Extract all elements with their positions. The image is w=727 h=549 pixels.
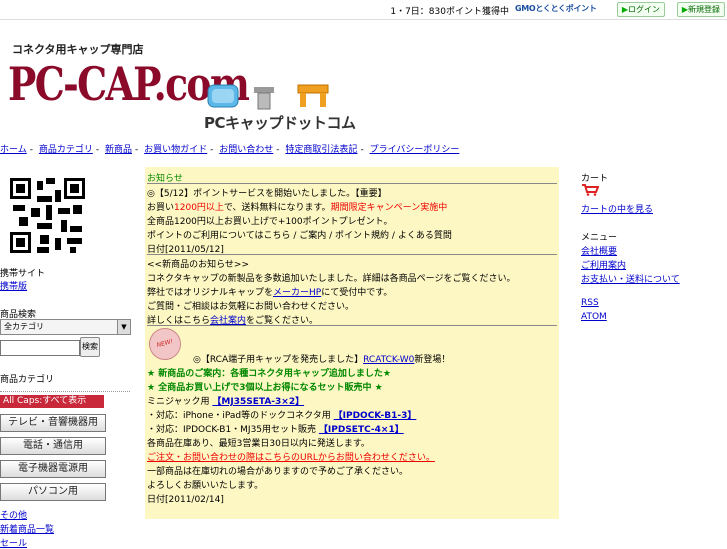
login-button[interactable]: ▶ログイン	[616, 2, 665, 17]
nav-contact[interactable]: お問い合わせ	[219, 145, 273, 155]
news-line: ・対応：IPDOCK-B1・MJ35用セット販売 【IPDSETC-4×1】	[147, 425, 404, 435]
product-link-ipdsetc[interactable]: 【IPDSETC-4×1】	[319, 425, 404, 435]
left-link-other[interactable]: その他	[0, 508, 27, 521]
maker-hp-link[interactable]: メーカーHP	[273, 288, 321, 298]
news-line: 全商品1200円以上お買い上げで+100ポイントプレゼント。	[147, 217, 393, 227]
nav-privacy[interactable]: プライバシーポリシー	[370, 145, 460, 155]
menu-link-guide[interactable]: ご利用案内	[581, 258, 626, 271]
product-link-ipdock[interactable]: 【IPDOCK-B1-3】	[334, 411, 417, 421]
divider	[147, 254, 557, 255]
nav-categories[interactable]: 商品カテゴリ	[39, 145, 93, 155]
atom-link[interactable]: ATOM	[581, 312, 607, 322]
new-badge-icon: NEW!	[145, 324, 185, 364]
product-link-rcatck[interactable]: RCATCK-W0	[363, 355, 414, 365]
qr-code-icon	[10, 178, 85, 253]
menu-title: メニュー	[581, 233, 618, 243]
category-phone[interactable]: 電話・通信用	[0, 437, 106, 455]
news-line: ★ 全商品お買い上げで3個以上お得になるセット販売中 ★	[147, 383, 383, 393]
news-line-highlight[interactable]: ご注文・お問い合わせの際はこちらのURLからお問い合わせください。	[147, 450, 435, 463]
news-line: <<新商品のお知らせ>>	[147, 260, 249, 270]
news-panel: お知らせ ◎【5/12】ポイントサービスを開始いたしました。【重要】 お買い12…	[145, 167, 559, 519]
category-tv-audio[interactable]: テレビ・音響機器用	[0, 414, 106, 432]
news-line: よろしくお願いいたします。	[147, 481, 264, 491]
points-text: 1・7日：830ポイント獲得中	[390, 7, 509, 17]
chevron-down-icon: ▼	[117, 320, 130, 334]
view-cart-link[interactable]: カートの中を見る	[581, 202, 653, 215]
nav-home[interactable]: ホーム	[0, 145, 27, 155]
news-line: ポイントのご利用についてはこちら / ご案内 / ポイント規約 / よくある質問	[147, 231, 452, 241]
news-line: ◎【RCA端子用キャップを発売しました】RCATCK-W0新登場！	[193, 355, 451, 365]
top-bar: 1・7日：830ポイント獲得中 GMOとくとくポイント ▶ログイン ▶新規登録	[0, 0, 727, 20]
mobile-site-link[interactable]: 携帯版	[0, 279, 27, 292]
divider	[147, 325, 557, 326]
menu-link-payment[interactable]: お支払い・送料について	[581, 272, 680, 285]
news-date: 日付[2011/02/14]	[147, 495, 224, 505]
news-line: ・対応：iPhone・iPad等のドックコネクタ用 【IPDOCK-B1-3】	[147, 411, 417, 421]
nav-guide[interactable]: お買い物ガイド	[144, 145, 207, 155]
site-header: コネクタ用キャップ専門店 PC-CAP.com PCキャップドットコム	[0, 19, 727, 139]
left-link-new-items[interactable]: 新着商品一覧	[0, 522, 54, 535]
news-line: ミニジャック用 【MJ35SETA-3×2】	[147, 397, 305, 407]
global-nav: ホーム - 商品カテゴリ - 新商品 - お買い物ガイド - お問い合わせ - 特定商取引…	[0, 145, 460, 155]
site-sublogo: PCキャップドットコム	[204, 114, 356, 132]
news-line: お買い1200円以上で、送料無料になります。期間限定キャンペーン実施中	[147, 203, 448, 213]
mobile-site-title: 携帯サイト	[0, 269, 46, 279]
news-line: コネクタキャップの新製品を多数追加いたしました。詳細は各商品ページをご覧ください…	[147, 274, 516, 284]
nav-legal[interactable]: 特定商取引法表記	[285, 145, 357, 155]
news-line: 一部商品は在庫切れの場合がありますので予めご了承ください。	[147, 467, 409, 477]
nav-new[interactable]: 新商品	[105, 145, 132, 155]
category-select[interactable]: 全カテゴリ ▼	[0, 319, 131, 335]
divider	[147, 183, 557, 184]
news-line: ◎【5/12】ポイントサービスを開始いたしました。【重要】	[147, 189, 387, 199]
divider	[0, 391, 130, 392]
menu-link-company[interactable]: 会社概要	[581, 244, 617, 257]
category-pc[interactable]: パソコン用	[0, 483, 106, 501]
all-caps-button[interactable]: All Caps:すべて表示	[0, 395, 104, 408]
news-line: ご質問・ご相談はお気軽にお問い合わせください。	[147, 302, 355, 312]
cap-illustration	[207, 84, 329, 110]
cart-icon[interactable]	[581, 184, 599, 196]
search-button[interactable]: 検索	[80, 337, 100, 357]
register-button[interactable]: ▶新規登録	[676, 2, 725, 17]
category-power[interactable]: 電子機器電源用	[0, 460, 106, 478]
gmo-points-logo[interactable]: GMOとくとくポイント	[515, 3, 607, 15]
cart-title: カート	[581, 174, 609, 184]
product-link-mj35[interactable]: 【MJ35SETA-3×2】	[212, 397, 304, 407]
news-line: ★ 新商品のご案内：各種コネクタ用キャップ追加しました★	[147, 369, 391, 379]
site-tagline: コネクタ用キャップ専門店	[12, 43, 144, 56]
left-link-sale[interactable]: セール	[0, 536, 27, 549]
search-input[interactable]	[0, 340, 80, 356]
category-title: 商品カテゴリ	[0, 375, 55, 385]
news-line: 各商品在庫あり、最短3営業日30日以内に発送します。	[147, 439, 370, 449]
news-line: 弊社ではオリジナルキャップをメーカーHPにて受付中です。	[147, 288, 393, 298]
rss-link[interactable]: RSS	[581, 298, 599, 308]
